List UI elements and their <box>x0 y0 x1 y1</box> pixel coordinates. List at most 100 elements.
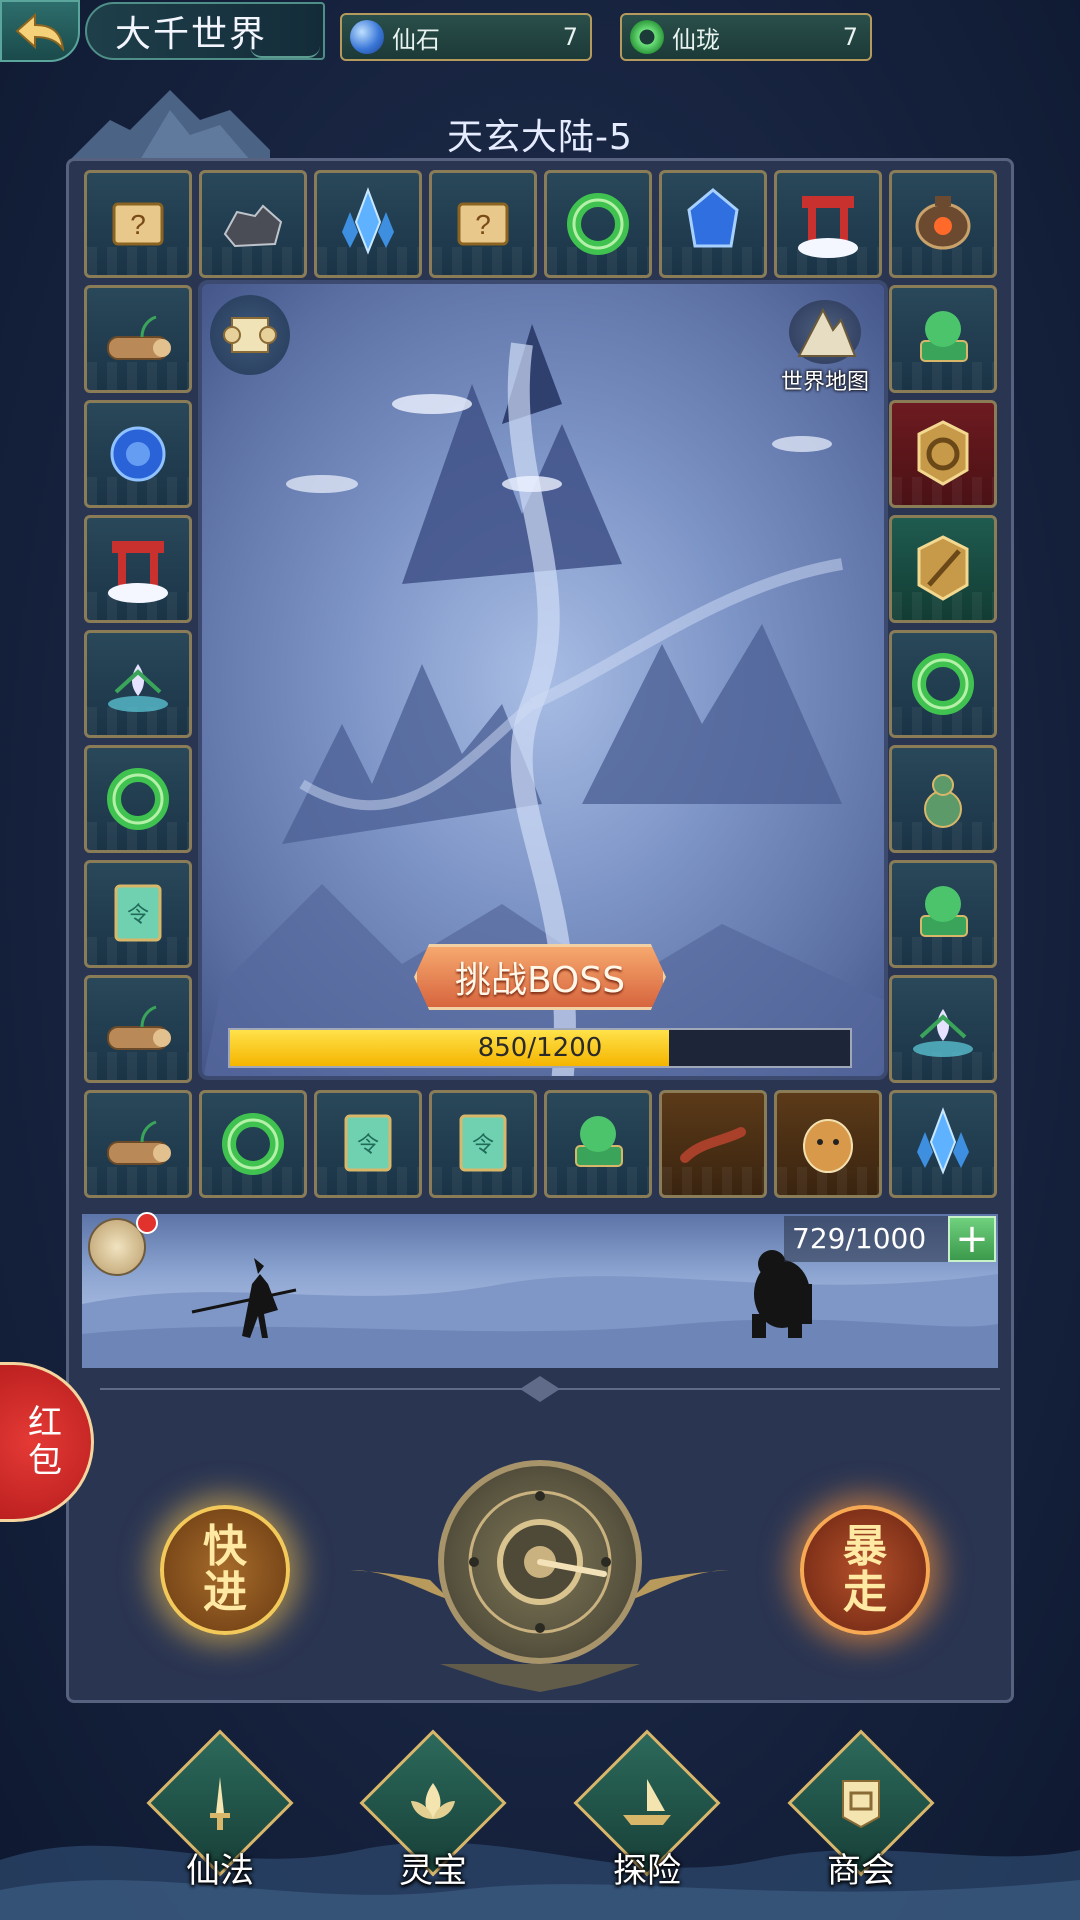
scroll-icon[interactable] <box>210 295 290 375</box>
challenge-boss-label: 挑战BOSS <box>454 960 626 1001</box>
red-packet-label: 红包 <box>21 1404 62 1480</box>
top-bar: 大千世界 仙石 7 仙珑 7 <box>0 0 1080 70</box>
add-stamina-button[interactable]: + <box>948 1216 996 1262</box>
nav-item-lingbao[interactable]: 灵宝 <box>359 1729 507 1891</box>
spear-token-icon <box>917 535 969 601</box>
svg-text:令: 令 <box>357 1132 379 1157</box>
stage-title: 天玄大陆-5 <box>447 117 633 158</box>
sprout-log-icon <box>107 1120 171 1165</box>
green-beast-statue-icon <box>920 886 968 937</box>
board-tile[interactable] <box>199 170 307 278</box>
board-tile[interactable] <box>84 745 192 853</box>
nav-item-tanxian[interactable]: 探险 <box>573 1729 721 1891</box>
rampage-button[interactable]: 暴走 <box>800 1505 930 1635</box>
board-tile[interactable] <box>84 1090 192 1198</box>
fast-forward-button[interactable]: 快进 <box>160 1505 290 1635</box>
progress-text: 850/1200 <box>477 1033 603 1063</box>
title-swirl-decoration <box>250 46 320 58</box>
blue-gem-icon <box>687 188 739 248</box>
nav-item-xianfa[interactable]: 仙法 <box>146 1729 294 1891</box>
compass-auto-button[interactable] <box>438 1460 642 1664</box>
blue-orb-icon <box>110 426 166 482</box>
board-tile[interactable]: 令 <box>429 1090 537 1198</box>
board-tile[interactable] <box>84 515 192 623</box>
gate-icon <box>108 541 168 603</box>
stamina-counter: 729/1000 <box>784 1216 948 1262</box>
command-token-icon: 令 <box>459 1114 507 1172</box>
board-tile[interactable] <box>889 400 997 508</box>
mystery-scroll-icon: ? <box>457 202 509 246</box>
command-token-icon: 令 <box>114 884 162 942</box>
sprout-log-icon <box>107 1005 171 1050</box>
mystery-scroll-icon: ? <box>112 202 164 246</box>
plus-icon: + <box>955 1216 989 1262</box>
currency-name: 仙珑 <box>672 25 720 54</box>
refresh-token-icon <box>917 420 969 486</box>
currency-xianshi[interactable]: 仙石 7 <box>340 13 592 61</box>
board-tile[interactable] <box>889 630 997 738</box>
sprout-log-icon <box>107 315 171 360</box>
spirit-lotus-icon <box>108 664 168 712</box>
green-beast-statue-icon <box>920 311 968 362</box>
board-tile[interactable]: 令 <box>84 860 192 968</box>
jade-ring-icon <box>912 653 974 715</box>
jade-ring-icon <box>107 768 169 830</box>
nav-label: 灵宝 <box>399 1851 467 1891</box>
notification-dot <box>136 1212 158 1234</box>
board-tile[interactable] <box>774 1090 882 1198</box>
blue-gem-icon <box>350 20 384 54</box>
back-button[interactable] <box>0 0 80 62</box>
svg-text:?: ? <box>475 209 491 240</box>
board-tile[interactable] <box>889 745 997 853</box>
world-map-button[interactable]: 世界地图 <box>770 300 880 395</box>
mountain-icon <box>789 300 861 364</box>
nav-label: 商会 <box>827 1851 895 1891</box>
currency-value: 7 <box>562 23 578 51</box>
rampage-label: 暴走 <box>843 1521 887 1618</box>
board-tile[interactable] <box>889 975 997 1083</box>
jade-ring-icon <box>222 1113 284 1175</box>
back-arrow-icon <box>15 12 65 51</box>
centipede-icon <box>680 1127 746 1163</box>
gourd-bottle-icon <box>924 774 962 828</box>
board-tile[interactable] <box>774 170 882 278</box>
board-tile[interactable] <box>659 1090 767 1198</box>
board-tile[interactable]: ? <box>84 170 192 278</box>
board-tile[interactable]: 令 <box>314 1090 422 1198</box>
command-token-icon: 令 <box>344 1114 392 1172</box>
svg-text:?: ? <box>130 209 146 240</box>
board-tile[interactable] <box>889 515 997 623</box>
board-tile[interactable] <box>84 285 192 393</box>
board-tile[interactable] <box>659 170 767 278</box>
blue-crystal-icon <box>917 1107 969 1175</box>
fast-forward-label: 快进 <box>203 1521 247 1618</box>
board-tile[interactable]: ? <box>429 170 537 278</box>
board-tile[interactable] <box>889 860 997 968</box>
board-tile[interactable] <box>199 1090 307 1198</box>
stage-progress-bar: 850/1200 <box>228 1028 852 1068</box>
board-tile[interactable] <box>889 1090 997 1198</box>
board-tile[interactable] <box>544 170 652 278</box>
nav-item-shanghui[interactable]: 商会 <box>787 1729 935 1891</box>
board-tile[interactable] <box>544 1090 652 1198</box>
cauldron-icon <box>915 196 971 250</box>
blue-crystal-icon <box>342 187 394 255</box>
currency-name: 仙石 <box>392 25 440 54</box>
board-tile[interactable] <box>84 630 192 738</box>
currency-xianlong[interactable]: 仙珑 7 <box>620 13 872 61</box>
board-tile[interactable] <box>889 285 997 393</box>
board-tile[interactable] <box>889 170 997 278</box>
compass-base-ornament <box>440 1664 640 1692</box>
jade-ring-icon <box>567 193 629 255</box>
svg-text:令: 令 <box>472 1132 494 1157</box>
divider-ornament <box>100 1376 1000 1402</box>
tiger-icon <box>803 1119 853 1173</box>
challenge-boss-button[interactable]: 挑战BOSS <box>414 944 666 1010</box>
board-tile[interactable] <box>314 170 422 278</box>
board-tile[interactable] <box>84 400 192 508</box>
page-title: 大千世界 <box>115 14 268 55</box>
nav-label: 仙法 <box>186 1851 254 1891</box>
nav-label: 探险 <box>613 1851 681 1891</box>
board-tile[interactable] <box>84 975 192 1083</box>
jade-ring-icon <box>630 20 664 54</box>
